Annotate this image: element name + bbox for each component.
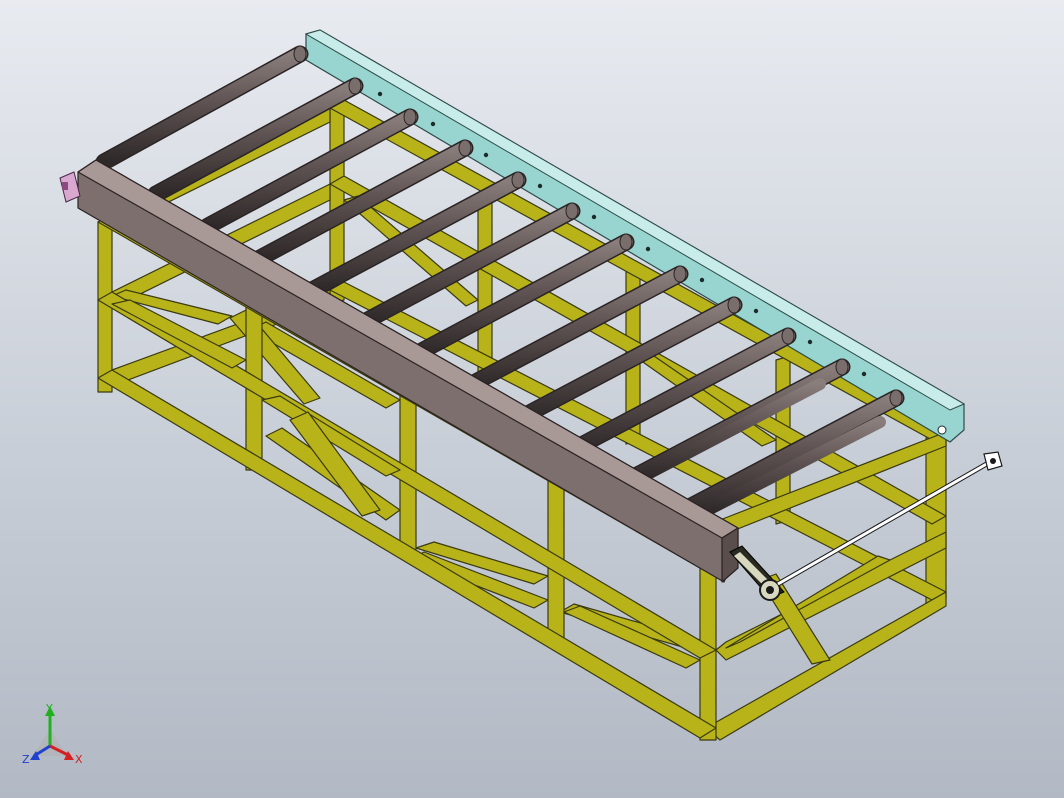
triad-x-label: X	[75, 753, 83, 766]
view-orientation-triad: Y X Z	[22, 702, 83, 766]
left-end-bracket	[59, 171, 81, 203]
cad-viewport[interactable]: Y X Z	[0, 0, 1064, 798]
triad-y-label: Y	[45, 702, 53, 715]
frame-right-bottom	[705, 591, 947, 741]
shaft-end-flange	[983, 451, 1003, 471]
triad-z-label: Z	[22, 753, 30, 766]
conveyor-model[interactable]	[0, 0, 1064, 798]
